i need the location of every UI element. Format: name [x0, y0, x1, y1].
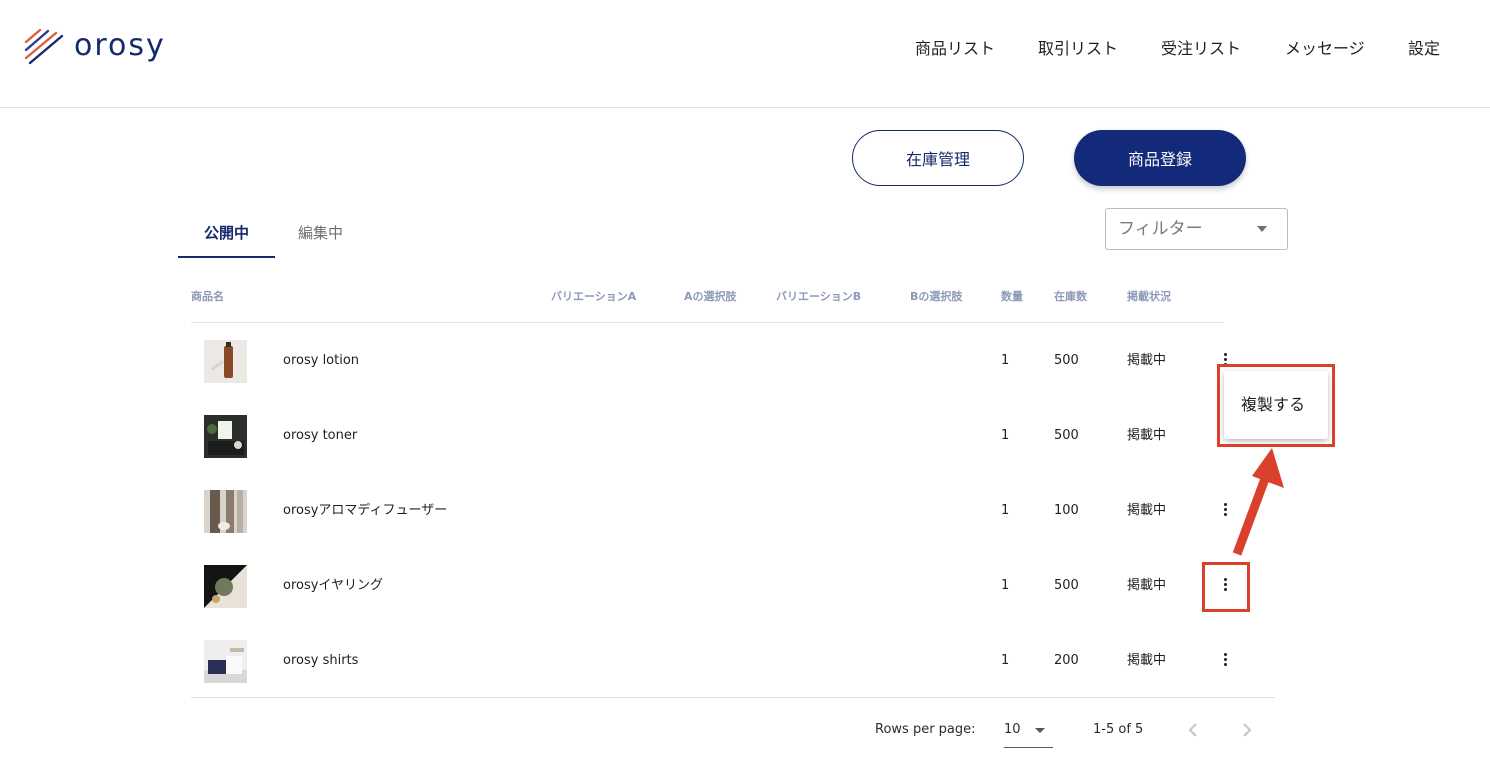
product-thumbnail	[204, 340, 247, 383]
product-thumbnail	[204, 415, 247, 458]
table-row[interactable]: orosyイヤリング 1 500 掲載中	[191, 548, 1241, 623]
register-product-button[interactable]: 商品登録	[1074, 130, 1246, 186]
more-vert-icon[interactable]	[1217, 651, 1233, 671]
menu-highlight-box	[1217, 364, 1335, 447]
nav-item-transactions[interactable]: 取引リスト	[1038, 36, 1118, 62]
column-header-variation-a: バリエーションA	[551, 290, 637, 303]
column-header-option-b: Bの選択肢	[910, 290, 963, 303]
chevron-left-icon[interactable]	[1186, 722, 1200, 738]
tab-published[interactable]: 公開中	[178, 220, 275, 246]
quantity-value: 1	[1001, 578, 1010, 593]
stock-value: 200	[1054, 653, 1079, 668]
product-name[interactable]: orosy toner	[283, 398, 357, 473]
column-header-product-name: 商品名	[191, 290, 224, 303]
caret-down-icon	[1257, 226, 1267, 232]
stock-value: 100	[1054, 503, 1079, 518]
table-row[interactable]: orosy lotion 1 500 掲載中	[191, 323, 1241, 398]
status-value: 掲載中	[1127, 653, 1167, 668]
rows-per-page-select[interactable]: 10	[1004, 717, 1053, 748]
nav-item-products[interactable]: 商品リスト	[915, 36, 995, 62]
logo-text: orosy	[74, 28, 166, 63]
nav-item-orders[interactable]: 受注リスト	[1161, 36, 1241, 62]
product-thumbnail	[204, 640, 247, 683]
chevron-right-icon[interactable]	[1240, 722, 1254, 738]
table-footer-divider	[191, 697, 1275, 698]
stock-value: 500	[1054, 353, 1079, 368]
table-row[interactable]: orosy toner 1 500 掲載中	[191, 398, 1241, 473]
nav-item-settings[interactable]: 設定	[1408, 36, 1440, 62]
status-value: 掲載中	[1127, 503, 1167, 518]
annotation-arrow-icon	[1232, 448, 1284, 556]
rows-per-page-value: 10	[1004, 722, 1021, 737]
column-header-quantity: 数量	[1001, 290, 1023, 303]
column-header-variation-b: バリエーションB	[776, 290, 862, 303]
product-thumbnail	[204, 490, 247, 533]
status-value: 掲載中	[1127, 578, 1167, 593]
active-tab-indicator	[178, 256, 275, 258]
kebab-highlight-box	[1202, 562, 1250, 612]
inventory-management-button[interactable]: 在庫管理	[852, 130, 1024, 186]
column-header-status: 掲載状況	[1127, 290, 1171, 303]
nav-item-messages[interactable]: メッセージ	[1285, 36, 1365, 62]
stock-value: 500	[1054, 428, 1079, 443]
quantity-value: 1	[1001, 653, 1010, 668]
filter-select-label: フィルター	[1118, 219, 1203, 239]
column-header-option-a: Aの選択肢	[684, 290, 737, 303]
table-row[interactable]: orosyアロマディフューザー 1 100 掲載中	[191, 473, 1241, 548]
stock-value: 500	[1054, 578, 1079, 593]
product-name[interactable]: orosyイヤリング	[283, 548, 383, 623]
product-name[interactable]: orosy lotion	[283, 323, 359, 398]
caret-down-icon	[1035, 728, 1045, 733]
orosy-logo[interactable]: orosy	[24, 26, 166, 66]
rows-per-page-label: Rows per page:	[875, 722, 976, 737]
app-header: orosy 商品リスト 取引リスト 受注リスト メッセージ 設定	[0, 0, 1490, 108]
quantity-value: 1	[1001, 353, 1010, 368]
pagination-range: 1-5 of 5	[1093, 722, 1144, 737]
product-name[interactable]: orosy shirts	[283, 623, 358, 698]
product-name[interactable]: orosyアロマディフューザー	[283, 473, 447, 548]
logo-stripes-icon	[24, 28, 64, 65]
table-row[interactable]: orosy shirts 1 200 掲載中	[191, 623, 1241, 698]
filter-select[interactable]: フィルター	[1105, 208, 1288, 250]
product-thumbnail	[204, 565, 247, 608]
tab-editing[interactable]: 編集中	[298, 220, 343, 246]
quantity-value: 1	[1001, 428, 1010, 443]
status-value: 掲載中	[1127, 428, 1167, 443]
column-header-stock: 在庫数	[1054, 290, 1087, 303]
quantity-value: 1	[1001, 503, 1010, 518]
status-value: 掲載中	[1127, 353, 1167, 368]
